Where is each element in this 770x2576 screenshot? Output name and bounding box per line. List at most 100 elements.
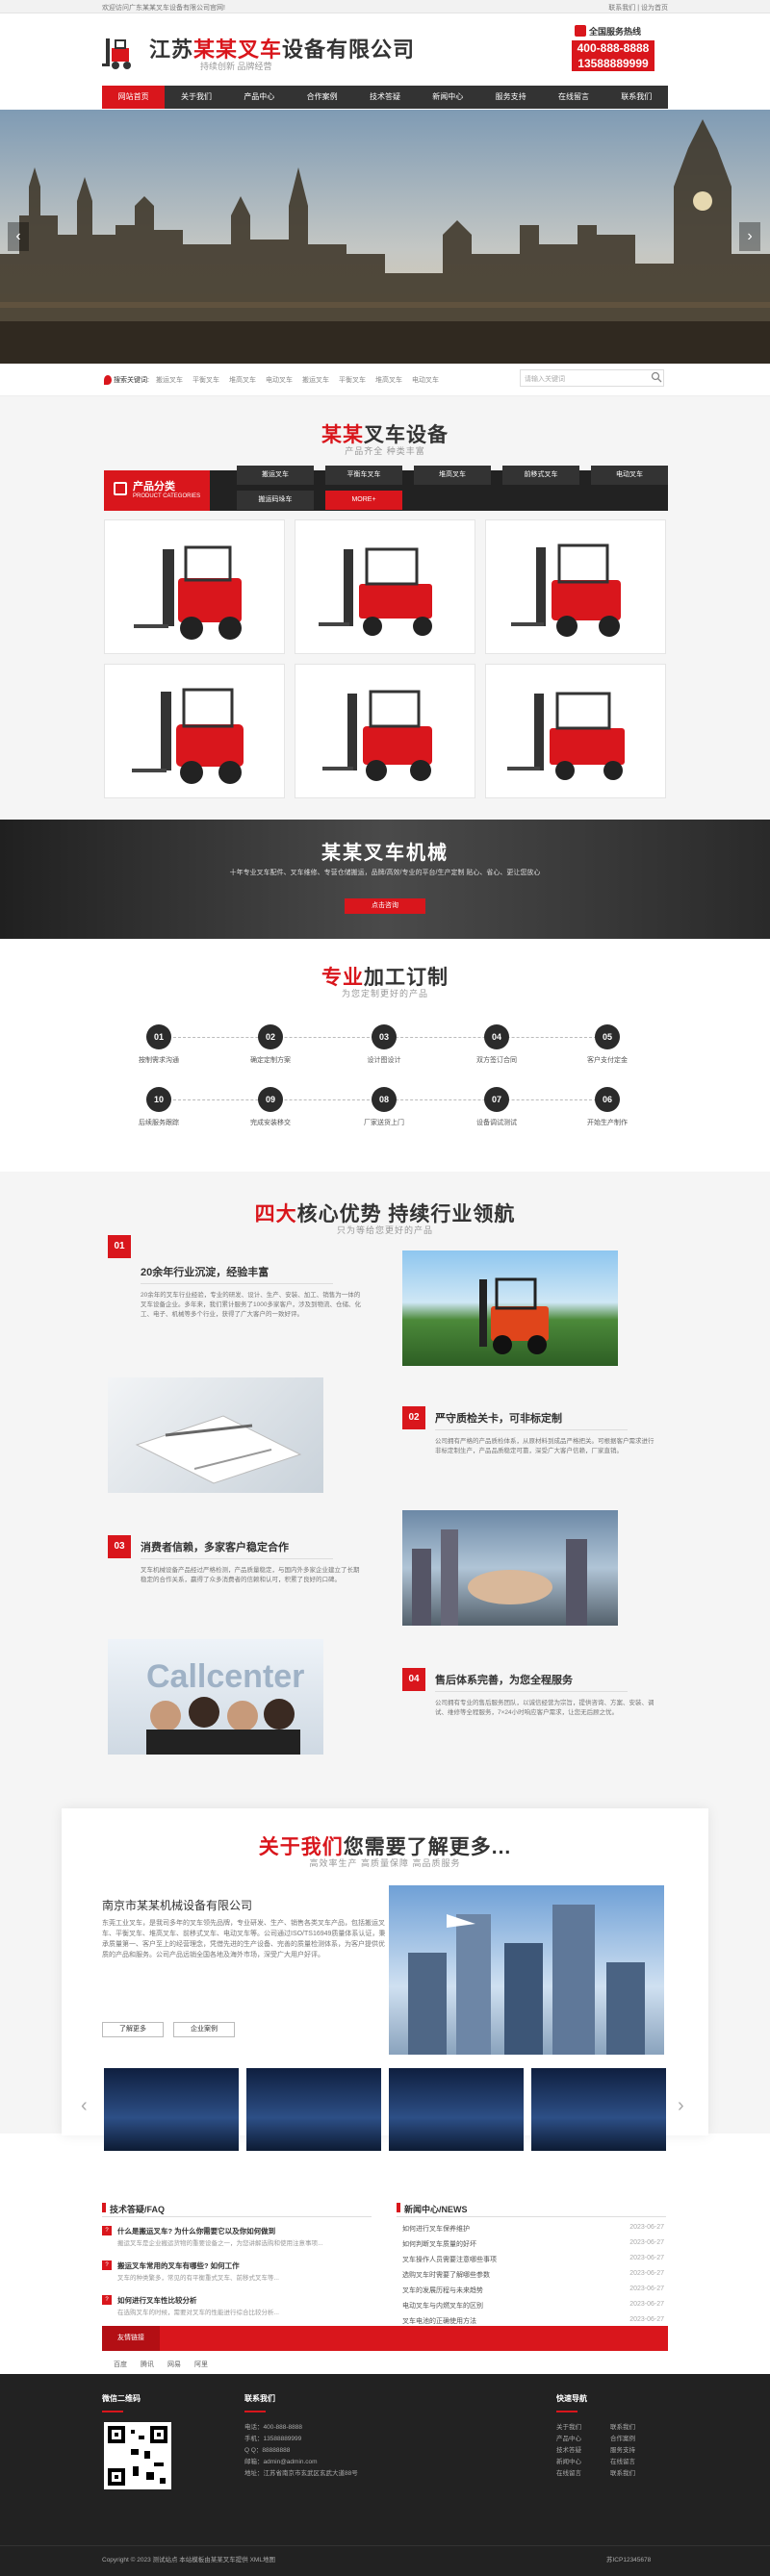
keyword-list: 搬运叉车 平衡叉车 堆高叉车 电动叉车 搬运叉车 平衡叉车 堆高叉车 电动叉车 <box>156 375 439 385</box>
advantage-number: 01 <box>108 1235 131 1258</box>
news-item[interactable]: 如何进行叉车保养维护 2023-06-27 <box>402 2224 664 2234</box>
svg-text:Callcenter: Callcenter <box>146 1658 304 1695</box>
copyright: Copyright © 2023 测试站点 本站模板由某某叉车提供 XML地图 <box>102 2557 275 2563</box>
category-tab[interactable]: 前移式叉车 <box>502 466 579 485</box>
advantage-title: 消费者信赖，多家客户稳定合作 <box>141 1542 289 1553</box>
hotline-box: 400-888-8888 13588889999 <box>572 40 654 71</box>
feature-consult-button[interactable]: 点击咨询 <box>345 898 425 914</box>
quick-nav-link[interactable]: 在线留言 <box>556 2468 581 2479</box>
about-more-button[interactable]: 了解更多 <box>102 2022 164 2037</box>
news-item[interactable]: 叉车电池的正确使用方法 2023-06-27 <box>402 2316 664 2326</box>
keyword-link[interactable]: 平衡叉车 <box>339 375 366 385</box>
quick-nav-link[interactable]: 合作案例 <box>610 2434 635 2444</box>
advantage-number: 02 <box>402 1406 425 1429</box>
friend-links-label: 友情链接 <box>102 2326 160 2351</box>
process-step-label: 双方签订合同 <box>476 1057 517 1064</box>
category-tab[interactable]: 搬运叉车 <box>237 466 314 485</box>
quick-nav-title: 快速导航 <box>556 2394 587 2403</box>
top-links[interactable]: 联系我们 | 设为首页 <box>608 3 668 13</box>
keyword-link[interactable]: 平衡叉车 <box>192 375 219 385</box>
news-item[interactable]: 电动叉车与内燃叉车的区别 2023-06-27 <box>402 2301 664 2311</box>
process-step: 04 <box>484 1024 509 1049</box>
advantage-divider <box>435 1691 628 1692</box>
thumbs-next-arrow[interactable]: › <box>678 2095 684 2117</box>
category-more-button[interactable]: MORE+ <box>325 491 402 510</box>
keyword-link[interactable]: 电动叉车 <box>412 375 439 385</box>
product-card[interactable] <box>295 519 475 654</box>
quick-nav-link[interactable]: 在线留言 <box>610 2457 635 2467</box>
keyword-link[interactable]: 电动叉车 <box>266 375 293 385</box>
thumbs-prev-arrow[interactable]: ‹ <box>81 2095 88 2117</box>
case-thumbnail[interactable] <box>531 2068 666 2151</box>
nav-item-cases[interactable]: 合作案例 <box>291 86 353 109</box>
faq-question[interactable]: 如何进行叉车性比较分析 <box>117 2295 197 2306</box>
case-thumbnail[interactable] <box>104 2068 239 2151</box>
search-icon[interactable] <box>651 371 662 383</box>
feature-title: 某某叉车机械 <box>321 843 449 864</box>
quick-nav-link[interactable]: 技术答疑 <box>556 2445 581 2456</box>
news-item[interactable]: 叉车的发展历程与未来趋势 2023-06-27 <box>402 2286 664 2295</box>
quick-nav-link[interactable]: 联系我们 <box>610 2468 635 2479</box>
contact-phone: 电话：400-888-8888 <box>244 2424 302 2431</box>
quick-nav-link[interactable]: 关于我们 <box>556 2422 581 2433</box>
advantage-title: 严守质检关卡，可非标定制 <box>435 1413 562 1425</box>
faq-answer: 叉车的种类繁多，常见的有平衡重式叉车、前移式叉车等... <box>117 2275 279 2282</box>
news-item[interactable]: 叉车操作人员需要注意哪些事项 2023-06-27 <box>402 2255 664 2264</box>
news-item[interactable]: 选购叉车时需要了解哪些参数 2023-06-27 <box>402 2270 664 2280</box>
friend-link[interactable]: 腾讯 <box>141 2357 154 2374</box>
advantage-divider <box>141 1558 333 1559</box>
banner-prev-arrow[interactable]: ‹ <box>8 222 29 251</box>
hero-banner: ‹ › <box>0 110 770 364</box>
nav-item-about[interactable]: 关于我们 <box>165 86 227 109</box>
case-thumbnail[interactable] <box>246 2068 381 2151</box>
qr-title: 微信二维码 <box>102 2394 141 2403</box>
category-tab[interactable]: 搬运码垛车 <box>237 491 314 510</box>
footer-underline <box>556 2411 578 2412</box>
process-step: 08 <box>372 1087 397 1112</box>
about-cases-button[interactable]: 企业案例 <box>173 2022 235 2037</box>
nav-item-support[interactable]: 服务支持 <box>479 86 542 109</box>
nav-item-products[interactable]: 产品中心 <box>228 86 291 109</box>
category-tab[interactable]: 堆高叉车 <box>414 466 491 485</box>
product-card[interactable] <box>485 664 666 798</box>
nav-item-message[interactable]: 在线留言 <box>542 86 604 109</box>
top-bar: 欢迎访问广东某某叉车设备有限公司官网! 联系我们 | 设为首页 <box>0 0 770 13</box>
keyword-link[interactable]: 搬运叉车 <box>156 375 183 385</box>
faq-answer: 搬运叉车是企业搬运货物的重要设备之一，为您讲解选购和使用注意事项... <box>117 2240 323 2247</box>
product-card[interactable] <box>104 519 285 654</box>
about-subtitle: 高效率生产 高质量保障 高品质服务 <box>309 1858 461 1868</box>
quick-nav-link[interactable]: 产品中心 <box>556 2434 581 2444</box>
main-nav: 网站首页 关于我们 产品中心 合作案例 技术答疑 新闻中心 服务支持 在线留言 … <box>102 86 668 109</box>
nav-item-news[interactable]: 新闻中心 <box>417 86 479 109</box>
search-input[interactable]: 请输入关键词 <box>520 369 664 387</box>
product-card[interactable] <box>104 664 285 798</box>
quick-nav-link[interactable]: 联系我们 <box>610 2422 635 2433</box>
keyword-link[interactable]: 堆高叉车 <box>375 375 402 385</box>
company-logo-title[interactable]: 江苏某某叉车设备有限公司 <box>149 33 415 63</box>
product-card[interactable] <box>485 519 666 654</box>
friend-link[interactable]: 网易 <box>167 2357 181 2374</box>
friend-link[interactable]: 百度 <box>114 2357 127 2374</box>
category-tab[interactable]: 电动叉车 <box>591 466 668 485</box>
about-company-name: 南京市某某机械设备有限公司 <box>102 1899 253 1912</box>
nav-item-home[interactable]: 网站首页 <box>102 86 166 109</box>
advantage-text: 公司拥有严格的产品质检体系，从原材料到成品严格把关。可根据客户需求进行非标定制生… <box>435 1438 654 1454</box>
banner-next-arrow[interactable]: › <box>739 222 760 251</box>
faq-question[interactable]: 搬运叉车常用的叉车有哪些? 如何工作 <box>117 2260 240 2271</box>
process-step: 05 <box>595 1024 620 1049</box>
keyword-link[interactable]: 搬运叉车 <box>302 375 329 385</box>
category-tab[interactable]: 平衡车叉车 <box>325 466 402 485</box>
nav-item-faq[interactable]: 技术答疑 <box>353 86 416 109</box>
nav-item-contact[interactable]: 联系我们 <box>605 86 668 109</box>
category-title: 产品分类 <box>133 481 175 492</box>
product-card[interactable] <box>295 664 475 798</box>
process-step-label: 设计图设计 <box>367 1057 401 1064</box>
keyword-link[interactable]: 堆高叉车 <box>229 375 256 385</box>
quick-nav-link[interactable]: 新闻中心 <box>556 2457 581 2467</box>
friend-link[interactable]: 阿里 <box>194 2357 208 2374</box>
faq-divider <box>102 2216 372 2217</box>
quick-nav-link[interactable]: 服务支持 <box>610 2445 635 2456</box>
faq-question[interactable]: 什么是搬运叉车? 为什么你需要它以及你如何做到 <box>117 2226 275 2236</box>
news-item[interactable]: 如何判断叉车质量的好坏 2023-06-27 <box>402 2239 664 2249</box>
case-thumbnail[interactable] <box>389 2068 524 2151</box>
